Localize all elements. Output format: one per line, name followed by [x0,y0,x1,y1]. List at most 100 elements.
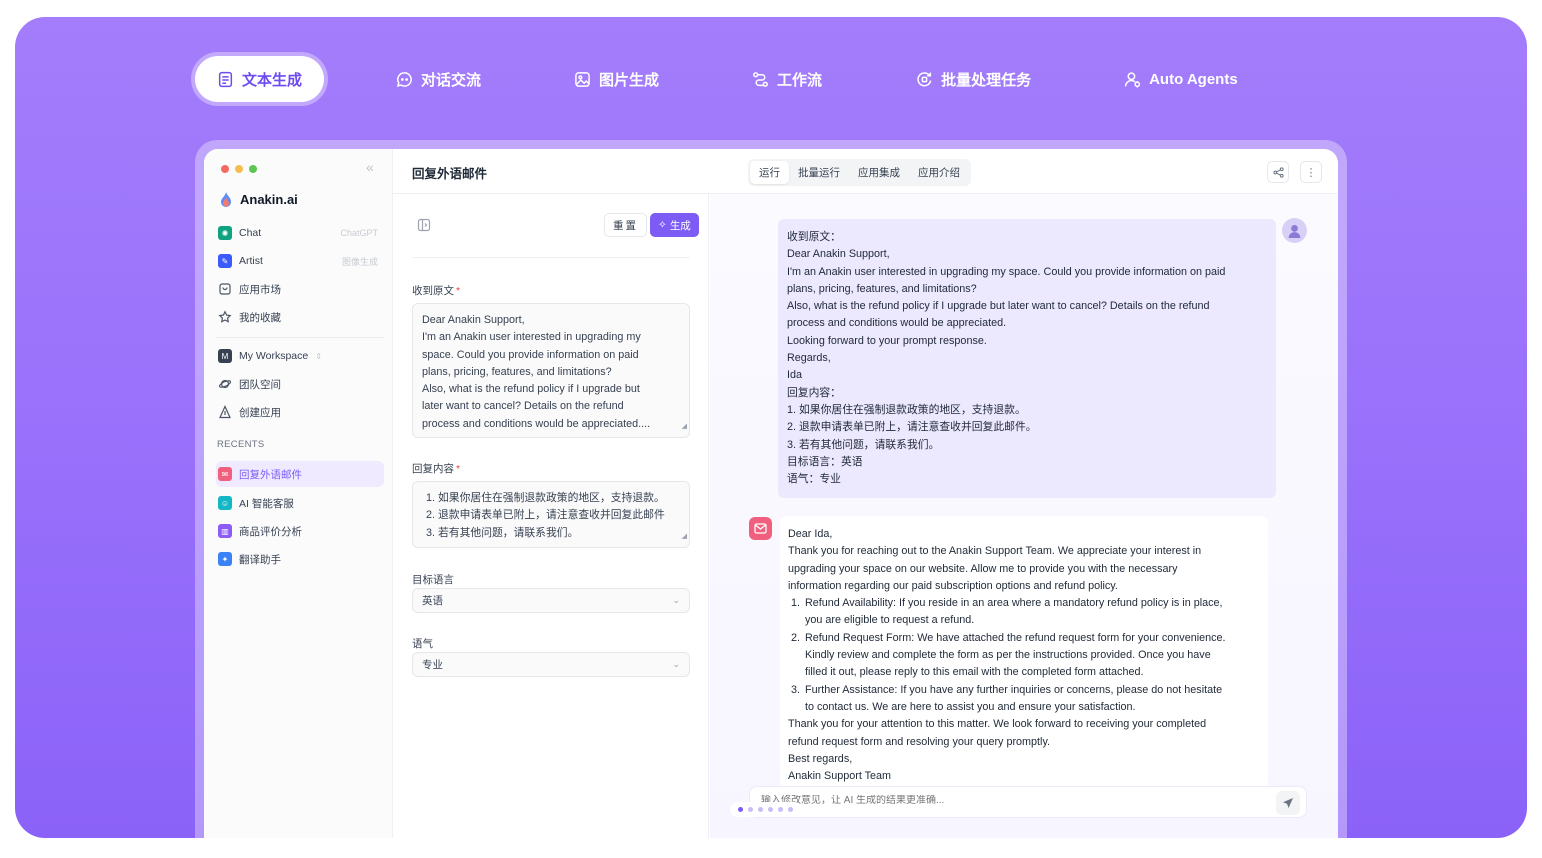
chevron-down-icon: ⌄ [672,595,680,605]
create-app-icon [219,405,231,419]
message-line: Dear Ida, [788,528,833,540]
nav-tab-chat[interactable]: 对话交流 [396,56,481,102]
text-line: Also, what is the refund policy if I upg… [422,383,640,396]
list-number: 3. [791,683,801,696]
recent-item-ai-support[interactable]: ☺ AI 智能客服 [216,491,384,515]
recent-item-translator[interactable]: ✦ 翻译助手 [216,547,384,571]
generate-button[interactable]: ✧ 生成 [650,213,699,237]
tab-batch-run[interactable]: 批量运行 [789,161,849,184]
carousel-dot[interactable] [768,807,773,812]
mail-app-icon: ✉ [218,467,232,481]
sidebar-item-chat[interactable]: ✺ Chat ChatGPT [216,221,384,245]
carousel-dot[interactable] [788,807,793,812]
carousel-dot[interactable] [778,807,783,812]
message-line: information regarding our paid subscript… [788,579,1118,592]
send-icon [1283,798,1293,808]
message-line: 3. 若有其他问题，请联系我们。 [787,438,940,451]
tab-run[interactable]: 运行 [750,161,789,184]
minimize-dot[interactable] [235,165,243,173]
sidebar-divider [216,337,384,338]
message-line: I'm an Anakin user interested in upgradi… [787,265,1226,278]
assistant-message: Dear Ida, Thank you for reaching out to … [780,516,1268,806]
message-line: upgrading your space on our website. All… [788,562,1178,575]
sidebar-item-artist[interactable]: ✎ Artist 图像生成 [216,249,384,273]
store-icon [219,283,231,295]
toggle-panel-icon[interactable] [417,218,431,237]
nav-tab-image-generation[interactable]: 图片生成 [574,56,659,102]
sidebar-item-my-workspace[interactable]: M My Workspace ⇕ [216,344,384,368]
sidebar-item-label: 回复外语邮件 [239,468,302,481]
window-controls [221,165,257,173]
message-line: Thank you for reaching out to the Anakin… [788,545,1202,558]
more-vertical-icon: ⋮ [1305,166,1317,179]
maximize-dot[interactable] [249,165,257,173]
nav-tab-auto-agents[interactable]: Auto Agents [1124,56,1238,102]
collapse-sidebar-icon[interactable]: « [366,159,374,175]
sidebar-item-create-app[interactable]: 创建应用 [216,400,384,424]
assistant-mail-icon [749,517,772,540]
tone-select[interactable]: 专业 ⌄ [412,652,690,677]
feedback-input[interactable] [761,795,1241,806]
text-line: 1. 如果你居住在强制退款政策的地区，支持退款。 [426,492,665,504]
agents-icon [1124,71,1141,87]
send-button[interactable] [1276,791,1300,815]
switch-workspace-icon[interactable]: ⇕ [315,352,322,361]
recent-item-reply-email[interactable]: ✉ 回复外语邮件 [216,461,384,487]
user-message: 收到原文： Dear Anakin Support, I'm an Anakin… [778,219,1276,498]
message-line: 2. 退款申请表单已附上，请注意查收并回复此邮件。 [787,421,1037,434]
nav-tab-text-generation[interactable]: 文本生成 [195,56,325,102]
batch-icon [917,71,932,86]
anakin-logo-icon [221,192,231,207]
feedback-input-box [749,786,1307,818]
sparkle-icon: ✧ [658,219,667,231]
sidebar: « Anakin.ai ✺ Chat ChatGPT ✎ Artist 图像生成 [204,149,393,838]
recents-heading: RECENTS [217,439,265,450]
sidebar-item-app-market[interactable]: 应用市场 [216,277,384,301]
tab-integration[interactable]: 应用集成 [849,161,909,184]
sidebar-item-label: My Workspace [239,350,309,362]
output-panel: 收到原文： Dear Anakin Support, I'm an Anakin… [710,194,1338,838]
message-line: to contact us. We are here to assist you… [805,700,1136,713]
field-label-text: 收到原文 [412,285,454,297]
user-avatar [1282,218,1307,243]
brand-name: Anakin.ai [240,192,298,207]
app-window-frame: « Anakin.ai ✺ Chat ChatGPT ✎ Artist 图像生成 [195,140,1347,838]
message-line: 收到原文： [787,231,841,243]
message-line: 语气：专业 [787,473,841,486]
recent-item-review-analysis[interactable]: ▥ 商品评价分析 [216,519,384,543]
text-line: Dear Anakin Support, [422,314,525,326]
list-number: 2. [791,631,801,644]
sidebar-item-team-space[interactable]: 团队空间 [216,372,384,396]
nav-tab-label: 图片生成 [599,71,660,89]
field-label-tone: 语气 [412,638,433,650]
image-icon [575,71,590,87]
carousel-dot[interactable] [738,807,743,812]
list-item: 3. Further Assistance: If you have any f… [788,682,1260,717]
sidebar-item-label: 我的收藏 [239,311,281,324]
nav-tab-workflow[interactable]: 工作流 [752,56,822,102]
sidebar-item-label: Artist [239,255,263,267]
translate-app-icon: ✦ [218,552,232,566]
message-line: Dear Anakin Support, [787,248,890,261]
carousel-dot[interactable] [758,807,763,812]
resize-handle[interactable]: ◢ [682,418,687,435]
original-text-input[interactable]: Dear Anakin Support, I'm an Anakin user … [412,303,690,438]
chatgpt-icon: ✺ [218,226,232,240]
brand[interactable]: Anakin.ai [218,191,298,208]
target-language-select[interactable]: 英语 ⌄ [412,588,690,613]
close-dot[interactable] [221,165,229,173]
tab-app-info[interactable]: 应用介绍 [909,161,969,184]
message-line: Also, what is the refund policy if I upg… [787,300,1210,313]
message-line: filled it out, please reply to this emai… [805,666,1144,679]
sidebar-item-favorites[interactable]: 我的收藏 [216,305,384,329]
message-line: Kindly review and complete the form as p… [805,649,1211,662]
reset-button[interactable]: 重置 [604,213,647,237]
reply-content-input[interactable]: 1. 如果你居住在强制退款政策的地区，支持退款。 2. 退款申请表单已附上，请注… [412,481,690,548]
message-line: Thank you for your attention to this mat… [788,718,1207,731]
share-button[interactable] [1267,161,1289,183]
resize-handle[interactable]: ◢ [682,528,687,545]
support-app-icon: ☺ [218,496,232,510]
nav-tab-batch-tasks[interactable]: 批量处理任务 [916,56,1031,102]
more-options-button[interactable]: ⋮ [1300,161,1322,183]
carousel-dot[interactable] [748,807,753,812]
